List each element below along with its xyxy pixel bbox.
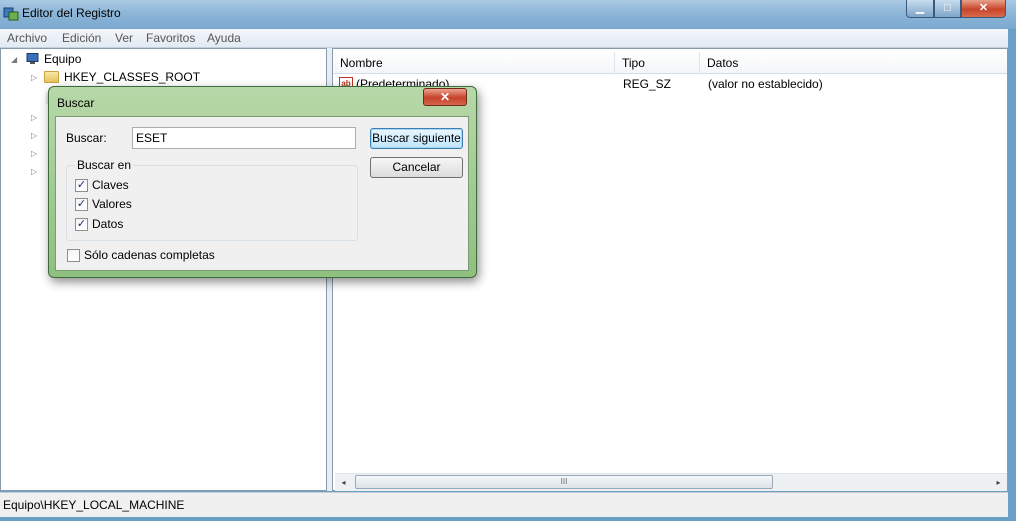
folder-icon bbox=[44, 71, 59, 83]
checkbox-label-datos: Datos bbox=[92, 217, 124, 231]
expand-arrow-icon[interactable]: ▷ bbox=[31, 73, 40, 82]
checkbox-label-valores: Valores bbox=[92, 197, 132, 211]
title-bar: Editor del Registro ▁ □ ✕ bbox=[0, 0, 1016, 29]
tree-label: HKEY_CLASSES_ROOT bbox=[64, 70, 201, 84]
minimize-button[interactable]: ▁ bbox=[906, 0, 934, 18]
window-title: Editor del Registro bbox=[22, 6, 121, 20]
find-next-button[interactable]: Buscar siguiente bbox=[370, 128, 463, 149]
menu-bar: Archivo Edición Ver Favoritos Ayuda bbox=[0, 29, 1016, 48]
checkbox-valores[interactable]: ✓ bbox=[75, 198, 88, 211]
menu-ayuda[interactable]: Ayuda bbox=[207, 31, 241, 45]
dialog-close-button[interactable]: ✕ bbox=[423, 88, 467, 106]
value-type-cell: REG_SZ bbox=[623, 77, 672, 91]
horizontal-scrollbar[interactable]: ◂ III ▸ bbox=[335, 473, 1007, 491]
scroll-right-icon[interactable]: ▸ bbox=[990, 474, 1007, 491]
checkbox-whole-string[interactable] bbox=[67, 249, 80, 262]
expand-arrow-icon[interactable]: ▷ bbox=[31, 113, 40, 122]
dialog-body: Buscar: Buscar siguiente Cancelar Buscar… bbox=[55, 116, 469, 271]
registry-editor-icon bbox=[3, 7, 19, 21]
menu-edicion[interactable]: Edición bbox=[62, 31, 101, 45]
menu-ver[interactable]: Ver bbox=[115, 31, 133, 45]
menu-archivo[interactable]: Archivo bbox=[7, 31, 47, 45]
checkbox-label-claves: Claves bbox=[92, 178, 129, 192]
column-header-tipo[interactable]: Tipo bbox=[615, 52, 700, 74]
cancel-button[interactable]: Cancelar bbox=[370, 157, 463, 178]
tree-item-hkey-classes-root[interactable]: ▷ HKEY_CLASSES_ROOT bbox=[1, 68, 321, 86]
dialog-title: Buscar bbox=[57, 96, 95, 110]
group-label: Buscar en bbox=[75, 158, 134, 172]
status-bar: Equipo\HKEY_LOCAL_MACHINE bbox=[0, 492, 1008, 517]
scrollbar-thumb[interactable]: III bbox=[355, 475, 773, 489]
value-data-cell: (valor no establecido) bbox=[708, 77, 823, 91]
tree-item-equipo[interactable]: ◢ Equipo bbox=[1, 50, 321, 68]
find-dialog: Buscar ✕ Buscar: Buscar siguiente Cancel… bbox=[48, 86, 477, 278]
expand-arrow-icon[interactable]: ▷ bbox=[31, 167, 40, 176]
close-button[interactable]: ✕ bbox=[961, 0, 1006, 18]
scroll-left-icon[interactable]: ◂ bbox=[335, 474, 352, 491]
expand-arrow-icon[interactable]: ▷ bbox=[31, 131, 40, 140]
column-header-datos[interactable]: Datos bbox=[700, 52, 1007, 74]
search-label: Buscar: bbox=[66, 131, 107, 145]
checkbox-claves[interactable]: ✓ bbox=[75, 179, 88, 192]
column-header-nombre[interactable]: Nombre bbox=[333, 52, 615, 74]
checkbox-label-whole-string: Sólo cadenas completas bbox=[84, 248, 215, 262]
search-input[interactable] bbox=[132, 127, 356, 149]
menu-favoritos[interactable]: Favoritos bbox=[146, 31, 195, 45]
search-in-group: Buscar en ✓ Claves ✓ Valores ✓ Datos bbox=[66, 158, 358, 241]
collapse-arrow-icon[interactable]: ◢ bbox=[11, 55, 20, 64]
computer-icon bbox=[26, 53, 39, 64]
checkbox-datos[interactable]: ✓ bbox=[75, 218, 88, 231]
tree-label-equipo: Equipo bbox=[44, 52, 82, 66]
expand-arrow-icon[interactable]: ▷ bbox=[31, 149, 40, 158]
window-right-edge bbox=[1008, 29, 1016, 521]
maximize-button[interactable]: □ bbox=[934, 0, 961, 18]
